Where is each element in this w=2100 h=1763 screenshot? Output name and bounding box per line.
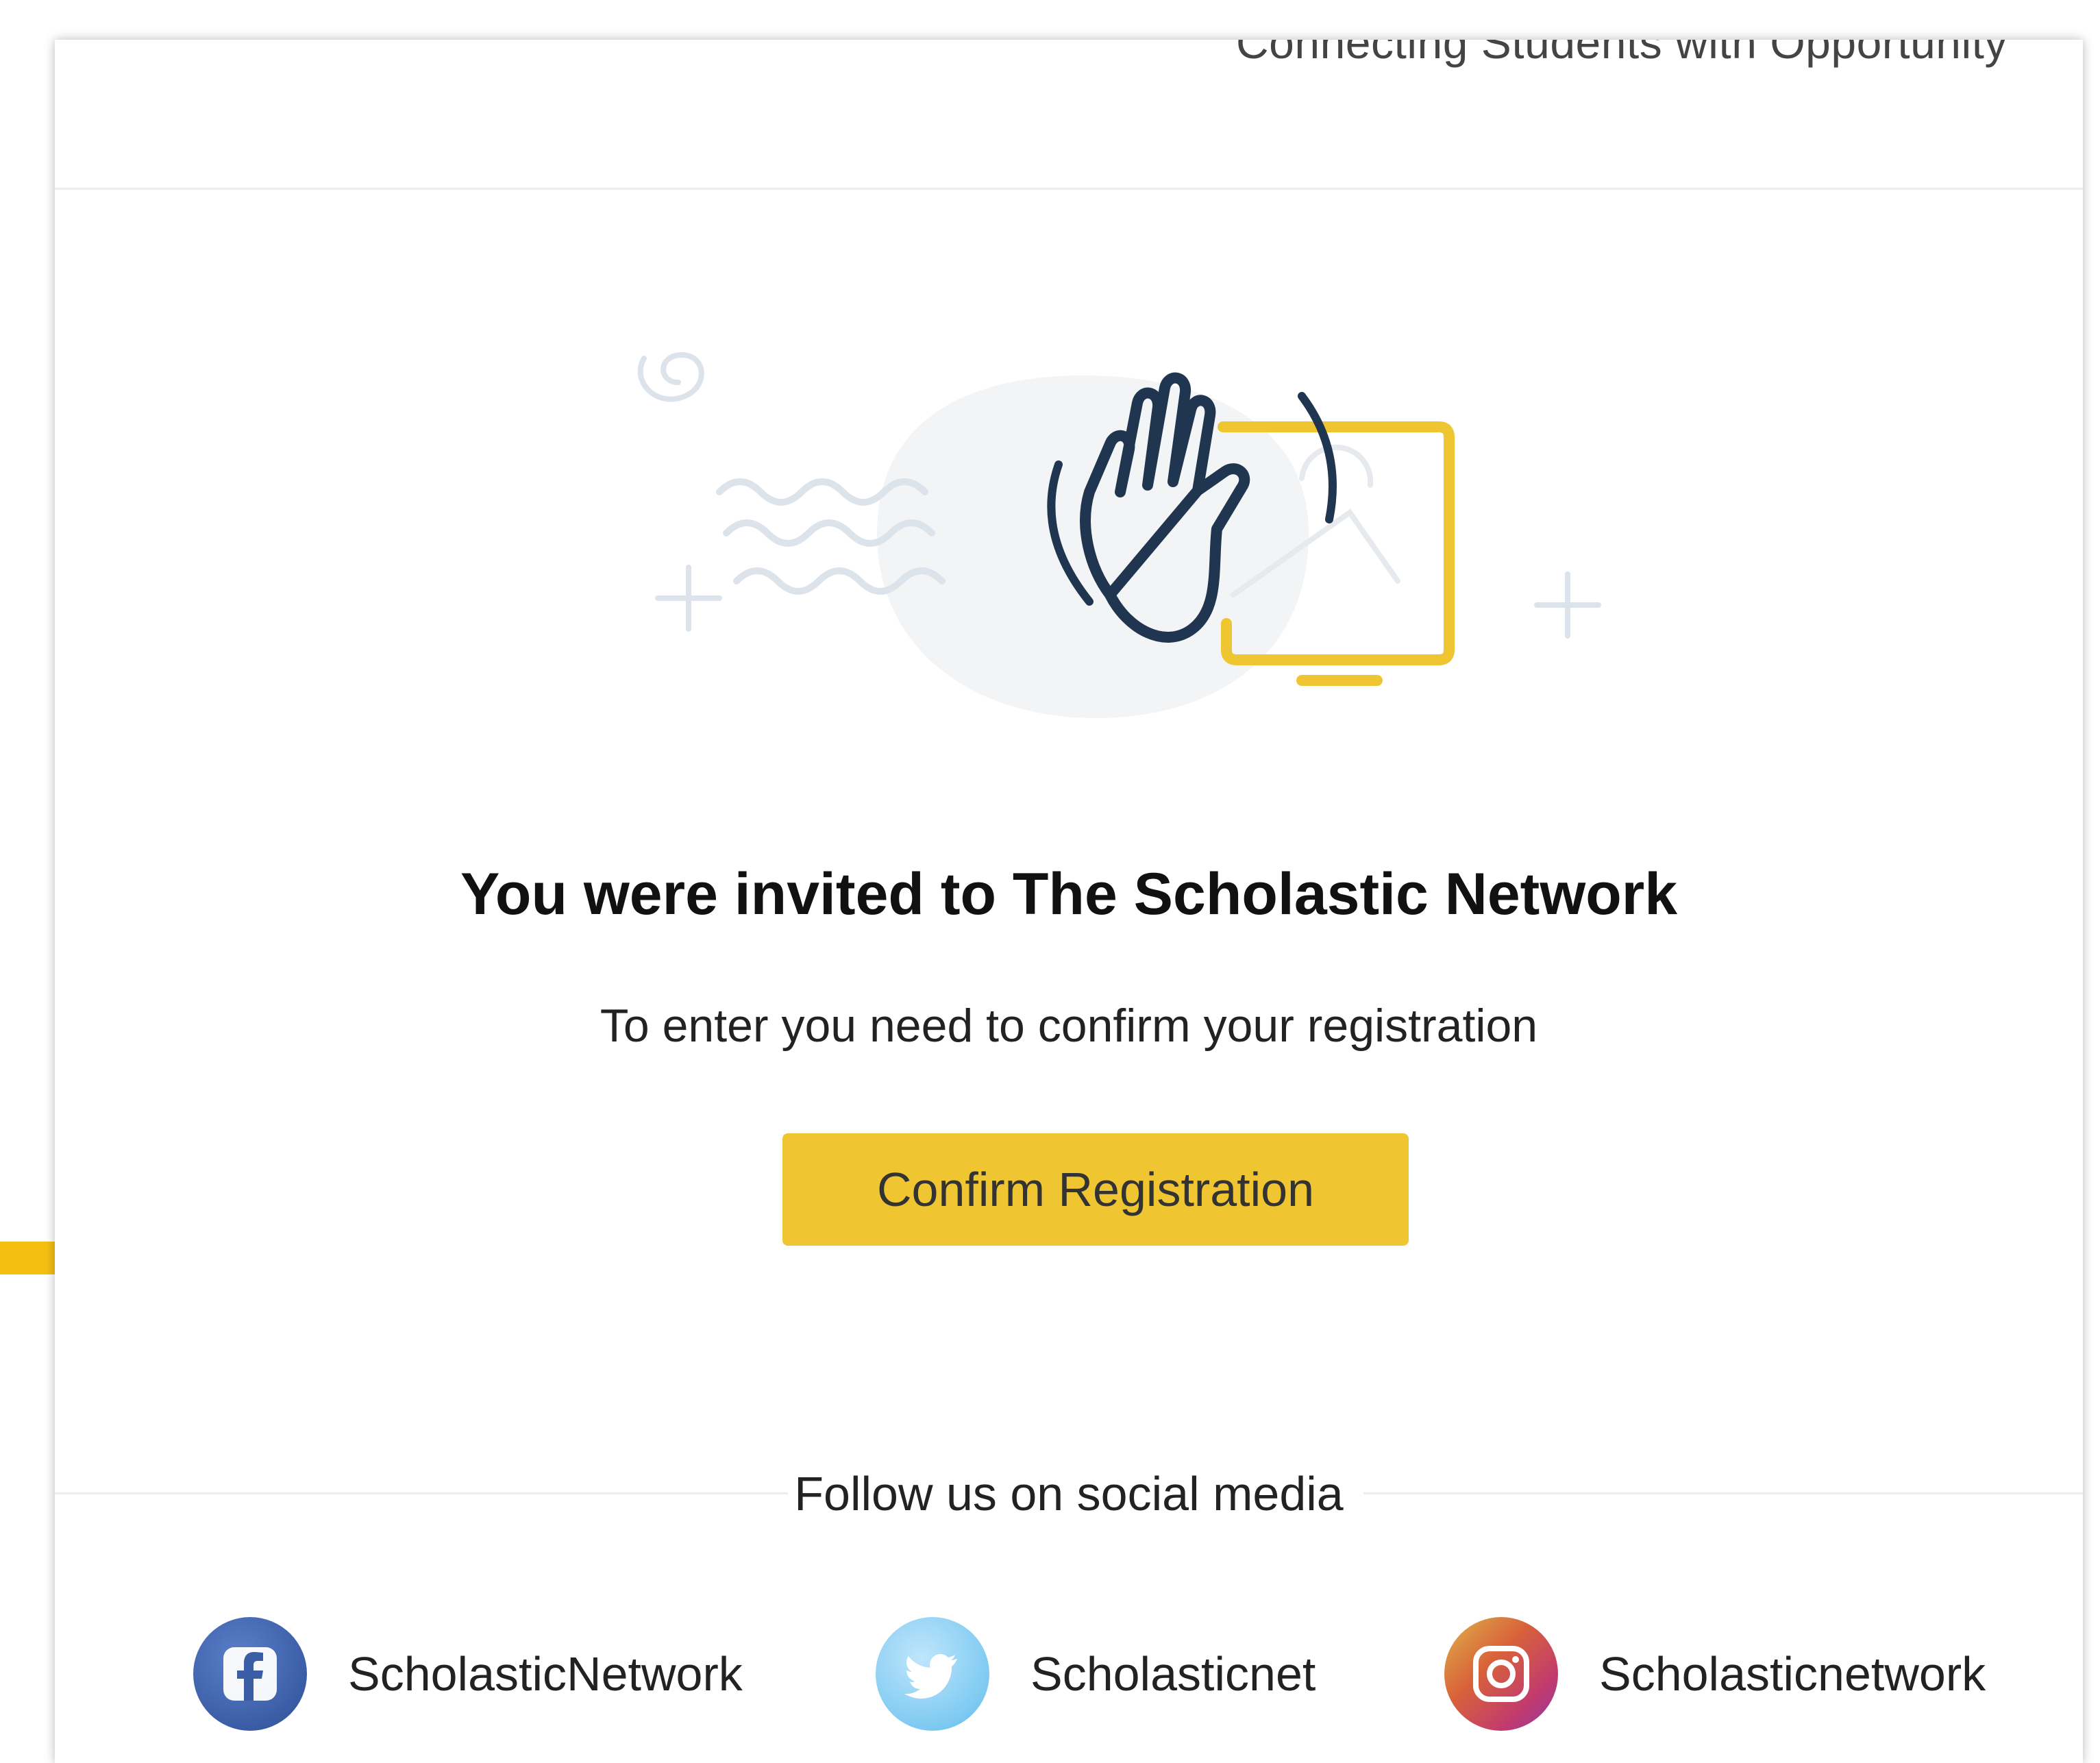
twitter-icon	[876, 1617, 989, 1731]
header-tagline: Connecting Students with Opportunity	[1236, 40, 2008, 68]
twitter-handle: Scholasticnet	[1030, 1647, 1316, 1701]
side-accent-tab	[0, 1242, 56, 1274]
invitation-subtext: To enter you need to confirm your regist…	[600, 1000, 1538, 1052]
card-header: Connecting Students with Opportunity	[55, 40, 2083, 190]
confirm-registration-button[interactable]: Confirm Registration	[782, 1133, 1409, 1246]
facebook-icon	[193, 1617, 307, 1731]
instagram-handle: Scholasticnetwork	[1599, 1647, 1986, 1701]
invitation-headline: You were invited to The Scholastic Netwo…	[460, 861, 1678, 927]
instagram-icon	[1444, 1617, 1558, 1731]
social-link-instagram[interactable]: Scholasticnetwork	[1444, 1616, 1986, 1732]
social-link-facebook[interactable]: ScholasticNetwork	[193, 1616, 743, 1732]
waving-hand-monitor-icon	[637, 352, 1601, 718]
social-heading: Follow us on social media	[794, 1467, 1344, 1520]
social-link-twitter[interactable]: Scholasticnet	[876, 1616, 1315, 1732]
facebook-handle: ScholasticNetwork	[348, 1647, 743, 1701]
invitation-card: Connecting Students with Opportunity You…	[55, 40, 2083, 1763]
